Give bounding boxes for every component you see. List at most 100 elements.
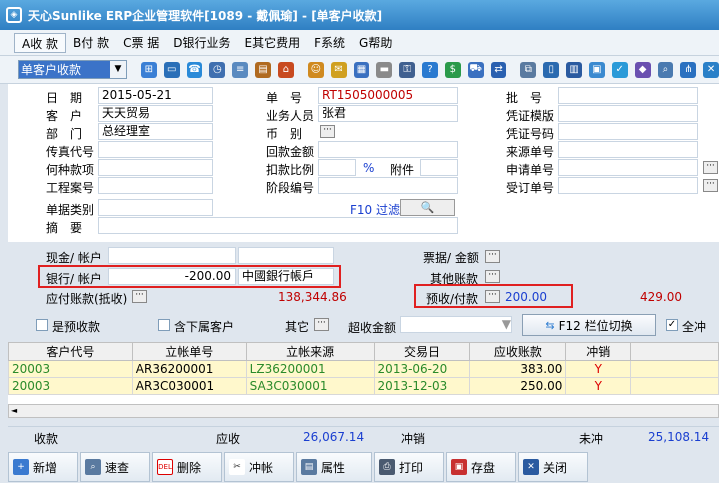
bill-picker-button[interactable]: ··· [485,250,500,263]
delete-button[interactable]: DEL 删除 [152,452,222,482]
key-icon[interactable]: ⚿ [399,61,416,78]
cash-account-field[interactable] [238,247,334,264]
briefcase-icon[interactable]: ▤ [255,61,272,78]
dept-field[interactable]: 总经理室 [98,123,213,140]
help-icon[interactable]: ? [422,61,438,78]
doc-type-select[interactable]: 单客户收款 ▼ [18,60,127,79]
date-field[interactable]: 2015-05-21 [98,87,213,104]
prepay-checkbox[interactable] [36,319,48,331]
layers-icon[interactable]: ◆ [634,61,651,78]
reason-field[interactable] [98,159,213,176]
col-header-source[interactable]: 立帐来源 [245,342,375,361]
cell-source[interactable]: LZ36200001 [245,360,375,378]
attach-field[interactable] [420,159,458,176]
col-header-docno[interactable]: 立帐单号 [131,342,247,361]
subsidiary-checkbox[interactable] [158,319,170,331]
chart-icon[interactable]: ▦ [353,61,370,78]
order-field[interactable] [558,177,698,194]
cell-customer[interactable]: 20003 [8,377,133,395]
exchange-icon[interactable]: ⇄ [490,61,507,78]
customer-field[interactable]: 天天贸易 [98,105,213,122]
menu-bank[interactable]: D银行业务 [166,33,237,53]
col-header-amount[interactable]: 应收账款 [469,342,567,361]
cell-source[interactable]: SA3C030001 [245,377,375,395]
table-icon[interactable]: ▥ [566,61,582,78]
table-row[interactable]: 20003 AR3C030001 SA3C030001 2013-12-03 2… [8,377,719,395]
salesman-field[interactable]: 张君 [318,105,458,122]
currency-picker-button[interactable]: ··· [320,125,335,138]
close-button[interactable]: ✕ 关闭 [518,452,588,482]
cell-offset[interactable]: Y [565,360,632,378]
fax-field[interactable] [98,141,213,158]
scroll-left-icon[interactable]: ◄ [11,405,17,417]
refund-field[interactable] [318,141,458,158]
col-header-customer[interactable]: 客户代号 [8,342,133,361]
print-button[interactable]: ⎙ 打印 [374,452,444,482]
phone-icon[interactable]: ☎ [186,61,203,78]
mail-icon[interactable]: ✉ [330,61,347,78]
apply-field[interactable] [558,159,698,176]
copy-icon[interactable]: ⧉ [520,61,537,78]
new-button[interactable]: + 新增 [8,452,78,482]
menu-system[interactable]: F系统 [307,33,352,53]
source-field[interactable] [558,141,698,158]
horizontal-scrollbar[interactable]: ◄ [8,404,719,418]
cash-amount-field[interactable] [108,247,236,264]
doctype-field[interactable] [98,199,213,216]
col-header-date[interactable]: 交易日 [373,342,471,361]
summary-field[interactable] [98,217,458,234]
discount-field[interactable] [318,159,356,176]
clock-icon[interactable]: ◷ [209,61,226,78]
filter-magnifier-button[interactable]: 🔍 [400,199,455,216]
menu-other-fee[interactable]: E其它费用 [238,33,308,53]
cell-offset[interactable]: Y [565,377,632,395]
template-field[interactable] [558,105,698,122]
cash-icon[interactable]: ▬ [376,61,393,78]
list-icon[interactable]: ≡ [232,61,249,78]
offset-button[interactable]: ✂ 冲帐 [224,452,294,482]
project-field[interactable] [98,177,213,194]
col-header-offset[interactable]: 冲销 [565,342,632,361]
cell-customer[interactable]: 20003 [8,360,133,378]
menu-pay[interactable]: B付 款 [66,33,116,53]
network-icon[interactable]: ⋔ [680,61,697,78]
cell-date[interactable]: 2013-12-03 [373,377,471,395]
properties-button[interactable]: ▤ 属性 [296,452,372,482]
dollar-icon[interactable]: $ [444,61,461,78]
monitor-icon[interactable]: ▭ [163,61,180,78]
cell-docno[interactable]: AR3C030001 [131,377,247,395]
menu-bill[interactable]: C票 据 [116,33,166,53]
calendar-icon[interactable]: ▣ [588,61,605,78]
check-icon[interactable]: ✓ [611,61,628,78]
stage-field[interactable] [318,177,458,194]
cell-amount[interactable]: 250.00 [469,377,567,395]
batch-field[interactable] [558,87,698,104]
other-picker-button[interactable]: ··· [314,318,329,331]
quick-search-button[interactable]: ⌕ 速查 [80,452,150,482]
order-picker-button[interactable]: ··· [703,179,718,192]
voucher-field[interactable] [558,123,698,140]
cell-date[interactable]: 2013-06-20 [373,360,471,378]
other-account-picker-button[interactable]: ··· [485,270,500,283]
over-amount-select[interactable]: ▼ [400,316,512,333]
app-icon: ◈ [6,7,22,23]
cell-amount[interactable]: 383.00 [469,360,567,378]
chevron-down-icon[interactable]: ▼ [109,61,126,78]
users-icon[interactable]: ☺ [307,61,324,78]
document-icon[interactable]: ▯ [543,61,560,78]
cell-docno[interactable]: AR36200001 [131,360,247,378]
search-doc-icon[interactable]: ⌕ [657,61,674,78]
home-icon[interactable]: ⌂ [278,61,294,78]
tools-icon[interactable]: ✕ [703,61,719,78]
menu-receive[interactable]: A收 款 [14,32,67,53]
table-row[interactable]: 20003 AR36200001 LZ36200001 2013-06-20 3… [8,360,719,378]
column-switch-button[interactable]: ⇆ F12 栏位切换 [522,314,656,336]
docno-field[interactable]: RT1505000005 [318,87,458,104]
menu-help[interactable]: G帮助 [352,33,399,53]
full-offset-checkbox[interactable]: ✓ [666,319,678,331]
cart-icon[interactable]: ⛟ [467,61,484,78]
apply-picker-button[interactable]: ··· [703,161,718,174]
tree-icon[interactable]: ⊞ [140,61,157,78]
receivable-picker-button[interactable]: ··· [132,290,147,303]
save-button[interactable]: ▣ 存盘 [446,452,516,482]
